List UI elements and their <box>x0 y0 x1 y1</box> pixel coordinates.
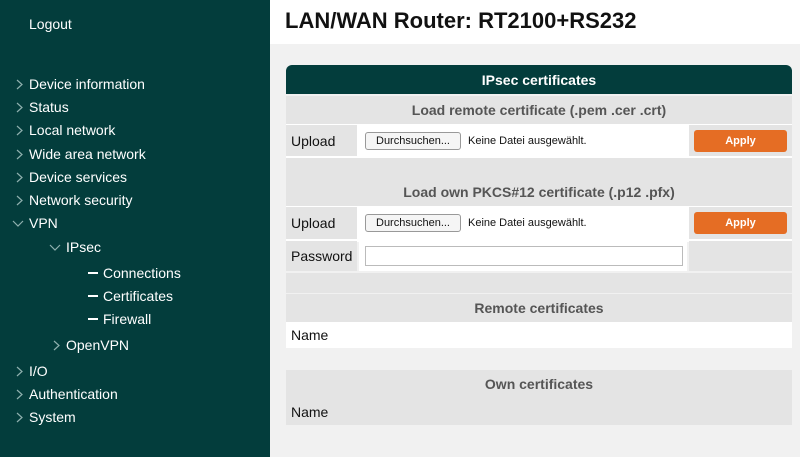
nav-label: Local network <box>29 122 116 138</box>
nav-label: Device information <box>29 76 145 92</box>
dash-icon <box>88 272 98 274</box>
nav-network-security[interactable]: Network security <box>13 192 132 208</box>
nav-openvpn[interactable]: OpenVPN <box>50 337 129 353</box>
remote-certs-heading: Remote certificates <box>286 294 792 322</box>
nav-label: IPsec <box>66 239 102 255</box>
nav-local-network[interactable]: Local network <box>13 122 115 138</box>
page-header: LAN/WAN Router: RT2100+RS232 <box>270 0 800 44</box>
spacer-row <box>286 273 792 293</box>
chevron-right-icon <box>13 123 27 137</box>
chevron-right-icon <box>13 410 27 424</box>
remote-browse-button[interactable]: Durchsuchen... <box>365 131 461 150</box>
dash-icon <box>88 318 98 320</box>
nav-device-services[interactable]: Device services <box>13 169 127 185</box>
password-action-cell <box>689 241 792 271</box>
own-certs-name-header: Name <box>286 398 792 425</box>
chevron-right-icon <box>13 387 27 401</box>
nav-label: Authentication <box>29 386 118 402</box>
nav-wide-area-network[interactable]: Wide area network <box>13 146 146 162</box>
own-upload-label: Upload <box>286 207 357 239</box>
nav-label: Connections <box>103 265 181 281</box>
nav-label: I/O <box>29 363 48 379</box>
chevron-right-icon <box>13 170 27 184</box>
chevron-right-icon <box>13 77 27 91</box>
own-certs-heading: Own certificates <box>286 370 792 398</box>
nav-system[interactable]: System <box>13 409 76 425</box>
nav-authentication[interactable]: Authentication <box>13 386 118 402</box>
password-input[interactable] <box>365 246 683 266</box>
own-apply-cell: Apply <box>689 207 792 239</box>
own-browse-button[interactable]: Durchsuchen... <box>365 214 461 232</box>
chevron-right-icon <box>50 338 64 352</box>
nav-label: System <box>29 409 76 425</box>
nav-certificates[interactable]: Certificates <box>88 288 173 304</box>
nav-label: VPN <box>29 215 58 231</box>
nav-label: Certificates <box>103 288 174 304</box>
own-file-input: Durchsuchen... Keine Datei ausgewählt. <box>359 207 687 239</box>
nav-device-information[interactable]: Device information <box>13 76 145 92</box>
nav-label: Device services <box>29 169 128 185</box>
nav-label: OpenVPN <box>66 337 130 353</box>
chevron-down-icon <box>10 216 27 230</box>
chevron-down-icon <box>47 240 64 254</box>
own-load-heading: Load own PKCS#12 certificate (.p12 .pfx) <box>286 178 792 206</box>
remote-apply-cell: Apply <box>689 125 792 156</box>
nav-ipsec[interactable]: IPsec <box>47 239 101 255</box>
remote-certs-name-header: Name <box>286 322 792 348</box>
remote-load-heading: Load remote certificate (.pem .cer .crt) <box>286 96 792 124</box>
spacer-row <box>286 158 792 178</box>
nav-vpn[interactable]: VPN <box>10 215 58 231</box>
logout-link[interactable]: Logout <box>29 16 72 32</box>
chevron-right-icon <box>13 193 27 207</box>
own-file-status: Keine Datei ausgewählt. <box>467 217 587 229</box>
chevron-right-icon <box>13 100 27 114</box>
own-apply-button[interactable]: Apply <box>694 212 787 234</box>
remote-file-input: Durchsuchen... Keine Datei ausgewählt. <box>359 125 687 156</box>
nav-label: Wide area network <box>29 146 146 162</box>
nav-label: Firewall <box>103 311 152 327</box>
nav-connections[interactable]: Connections <box>88 265 181 281</box>
remote-apply-button[interactable]: Apply <box>694 129 787 152</box>
page-title: LAN/WAN Router: RT2100+RS232 <box>285 8 637 33</box>
password-label: Password <box>286 241 357 271</box>
nav-status[interactable]: Status <box>13 99 69 115</box>
chevron-right-icon <box>13 147 27 161</box>
panel-title: IPsec certificates <box>286 65 792 94</box>
nav-io[interactable]: I/O <box>13 363 48 379</box>
remote-file-status: Keine Datei ausgewählt. <box>467 134 587 147</box>
dash-icon <box>88 295 98 297</box>
sidebar: Logout Device information Status Local n… <box>0 0 270 457</box>
chevron-right-icon <box>13 364 27 378</box>
nav-label: Network security <box>29 192 133 208</box>
nav-firewall[interactable]: Firewall <box>88 311 151 327</box>
gap <box>286 348 792 370</box>
nav-label: Status <box>29 99 69 115</box>
password-cell <box>359 241 687 271</box>
remote-upload-label: Upload <box>286 125 357 156</box>
